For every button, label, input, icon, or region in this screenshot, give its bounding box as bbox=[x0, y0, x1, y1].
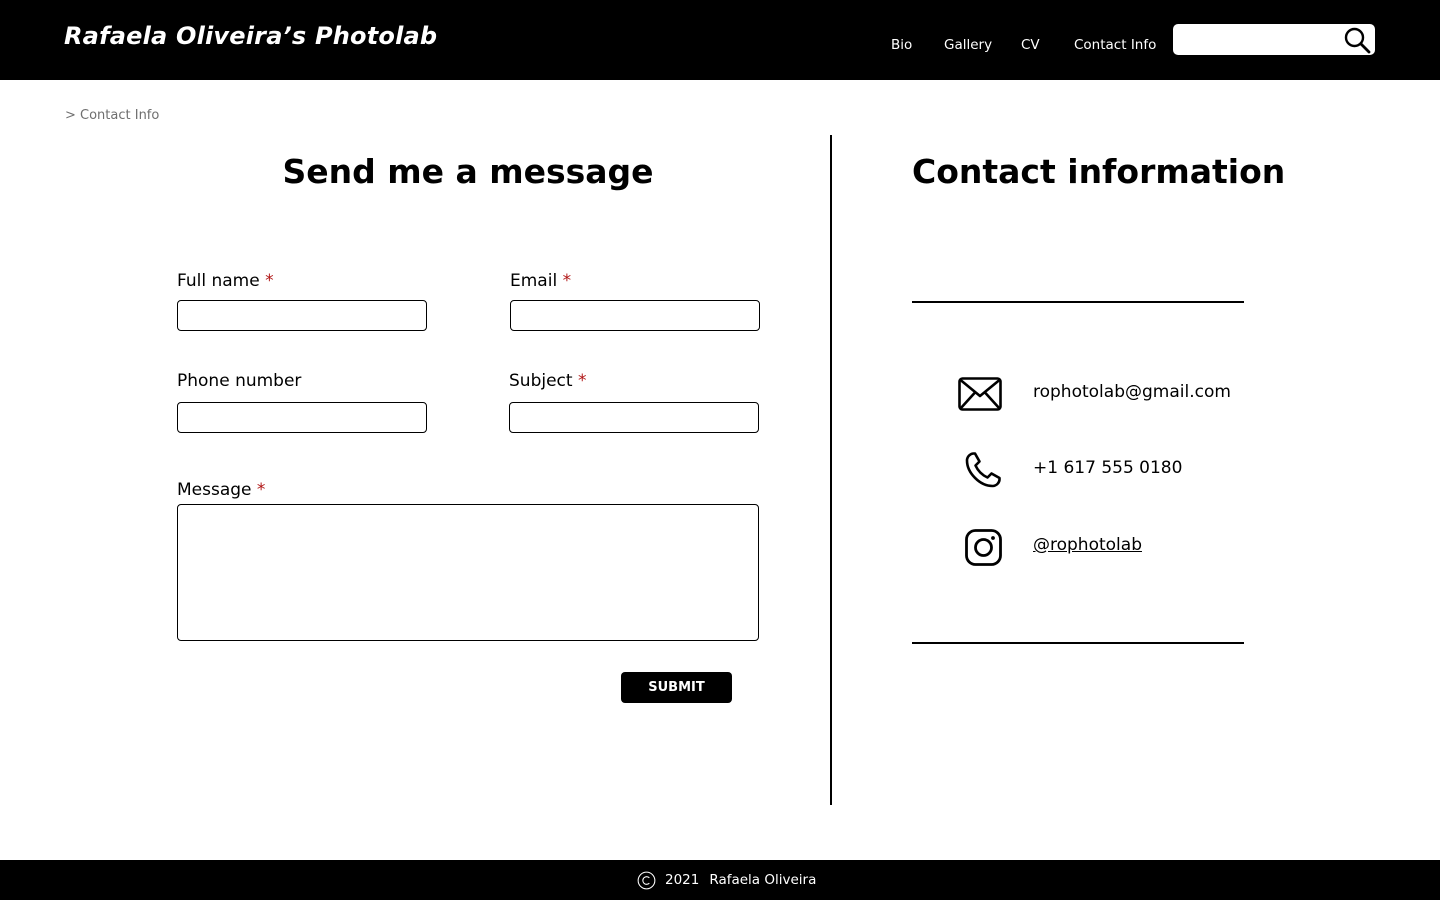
search-icon[interactable] bbox=[1343, 26, 1371, 54]
breadcrumb[interactable]: > Contact Info bbox=[65, 108, 159, 123]
contact-top-divider bbox=[912, 301, 1244, 303]
nav-link-gallery[interactable]: Gallery bbox=[944, 37, 992, 53]
contact-phone: +1 617 555 0180 bbox=[1033, 458, 1183, 478]
full-name-field[interactable] bbox=[177, 300, 427, 331]
instagram-icon bbox=[965, 529, 1002, 566]
contact-email: rophotolab@gmail.com bbox=[1033, 382, 1231, 402]
column-divider bbox=[830, 135, 832, 805]
footer-name: Rafaela Oliveira bbox=[709, 872, 817, 888]
instagram-link[interactable]: @rophotolab bbox=[1033, 535, 1142, 555]
phone-icon bbox=[965, 452, 1001, 488]
required-marker: * bbox=[256, 480, 266, 500]
search-box bbox=[1173, 24, 1375, 55]
email-label: Email * bbox=[510, 271, 572, 291]
contact-title: Contact information bbox=[912, 152, 1286, 191]
nav-link-contact-info[interactable]: Contact Info bbox=[1074, 37, 1156, 53]
footer-copyright: 2021 Rafaela Oliveira bbox=[637, 870, 816, 890]
site-header: Rafaela Oliveira’s Photolab Bio Gallery … bbox=[0, 0, 1440, 80]
phone-label: Phone number bbox=[177, 371, 302, 391]
footer-year: 2021 bbox=[665, 872, 700, 888]
search-input[interactable] bbox=[1181, 28, 1341, 51]
required-marker: * bbox=[562, 271, 572, 291]
subject-field[interactable] bbox=[509, 402, 759, 433]
site-brand[interactable]: Rafaela Oliveira’s Photolab bbox=[64, 22, 437, 50]
envelope-icon bbox=[958, 377, 1002, 411]
required-marker: * bbox=[265, 271, 274, 291]
required-marker: * bbox=[577, 371, 587, 391]
nav-link-cv[interactable]: CV bbox=[1021, 37, 1040, 53]
message-field[interactable] bbox=[177, 504, 759, 641]
message-label: Message * bbox=[177, 480, 266, 500]
full-name-label: Full name * bbox=[177, 271, 274, 291]
submit-button[interactable]: SUBMIT bbox=[621, 672, 732, 703]
site-footer: 2021 Rafaela Oliveira bbox=[0, 860, 1440, 900]
phone-field[interactable] bbox=[177, 402, 427, 433]
email-field[interactable] bbox=[510, 300, 760, 331]
form-title: Send me a message bbox=[282, 152, 654, 191]
contact-bottom-divider bbox=[912, 642, 1244, 644]
subject-label: Subject * bbox=[509, 371, 587, 391]
copyright-icon bbox=[637, 871, 656, 889]
nav-link-bio[interactable]: Bio bbox=[891, 37, 912, 53]
